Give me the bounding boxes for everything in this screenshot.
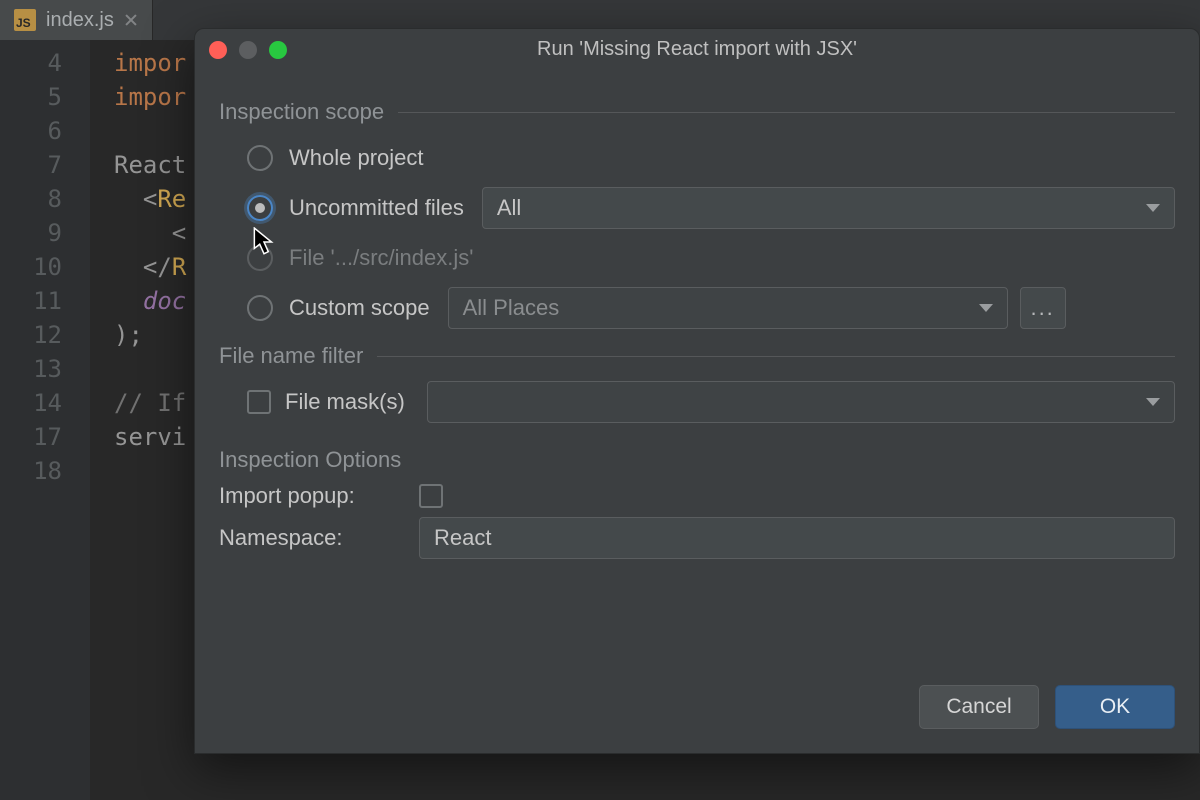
file-mask-label: File mask(s) [285, 389, 405, 415]
zoom-window-icon[interactable] [269, 41, 287, 59]
uncommitted-changelist-select[interactable]: All [482, 187, 1175, 229]
minimize-window-icon[interactable] [239, 41, 257, 59]
ellipsis-icon: ... [1030, 295, 1054, 321]
section-heading-filter: File name filter [219, 343, 1175, 369]
file-mask-checkbox[interactable] [247, 390, 271, 414]
file-mask-row: File mask(s) [219, 379, 1175, 425]
chevron-down-icon [1146, 398, 1160, 406]
chevron-down-icon [979, 304, 993, 312]
radio-current-file[interactable]: File '.../src/index.js' [219, 235, 1175, 281]
radio-icon [247, 295, 273, 321]
dialog-footer: Cancel OK [195, 667, 1199, 753]
import-popup-checkbox[interactable] [419, 484, 443, 508]
code-lines[interactable]: impor impor React <Re < </R doc ); // If… [90, 40, 186, 800]
section-heading-scope: Inspection scope [219, 99, 1175, 125]
close-window-icon[interactable] [209, 41, 227, 59]
gutter: 4 5 6 7 8 9 10 11 12 13 14 17 18 [0, 40, 90, 800]
close-icon[interactable] [124, 13, 138, 27]
radio-whole-project[interactable]: Whole project [219, 135, 1175, 181]
file-mask-combobox[interactable] [427, 381, 1175, 423]
namespace-input[interactable]: React [419, 517, 1175, 559]
chevron-down-icon [1146, 204, 1160, 212]
section-heading-options: Inspection Options [219, 447, 1175, 473]
browse-scope-button[interactable]: ... [1020, 287, 1066, 329]
ok-button[interactable]: OK [1055, 685, 1175, 729]
file-tab[interactable]: JS index.js [0, 0, 153, 40]
run-inspection-dialog: Run 'Missing React import with JSX' Insp… [194, 28, 1200, 754]
js-file-icon: JS [14, 9, 36, 31]
import-popup-label: Import popup: [219, 483, 419, 509]
radio-icon [247, 245, 273, 271]
radio-custom-scope[interactable]: Custom scope All Places ... [219, 285, 1175, 331]
dialog-title: Run 'Missing React import with JSX' [195, 38, 1199, 61]
cancel-button[interactable]: Cancel [919, 685, 1039, 729]
titlebar[interactable]: Run 'Missing React import with JSX' [195, 29, 1199, 71]
radio-icon [247, 195, 273, 221]
custom-scope-select[interactable]: All Places [448, 287, 1008, 329]
namespace-row: Namespace: React [219, 517, 1175, 559]
tab-filename: index.js [46, 9, 114, 32]
window-controls [209, 41, 287, 59]
namespace-label: Namespace: [219, 525, 419, 551]
radio-uncommitted[interactable]: Uncommitted files All [219, 185, 1175, 231]
radio-icon [247, 145, 273, 171]
import-popup-row: Import popup: [219, 483, 1175, 509]
